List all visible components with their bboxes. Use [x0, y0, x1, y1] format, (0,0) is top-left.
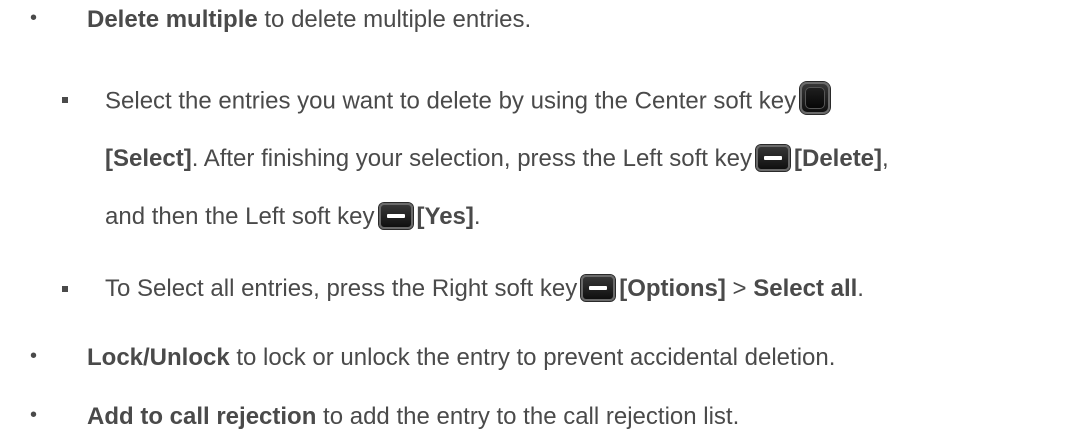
- period: .: [857, 275, 864, 302]
- options-label: [Options]: [619, 275, 726, 302]
- bullet-icon: •: [30, 404, 38, 426]
- item-title: Delete multiple: [87, 6, 258, 33]
- left-soft-key-icon: [378, 202, 413, 229]
- item-description: to lock or unlock the entry to prevent a…: [229, 344, 836, 371]
- sub-item-line-1: Select the entries you want to delete by…: [105, 82, 834, 118]
- bullet-icon: •: [30, 7, 38, 29]
- square-bullet-icon: [62, 286, 68, 292]
- item-description: to add the entry to the call rejection l…: [316, 403, 740, 430]
- sub-item-text: . After finishing your selection, press …: [191, 145, 752, 172]
- item-title: Lock/Unlock: [87, 344, 230, 371]
- center-soft-key-icon: [800, 82, 831, 114]
- comma: ,: [882, 145, 889, 172]
- sub-item-line-2: [Select]. After finishing your selection…: [105, 144, 889, 173]
- select-label: [Select]: [105, 145, 192, 172]
- right-soft-key-icon: [581, 274, 616, 301]
- select-all-label: Select all: [753, 275, 858, 302]
- square-bullet-icon: [62, 97, 68, 103]
- sub-item-select-all: To Select all entries, press the Right s…: [105, 274, 864, 303]
- item-title: Add to call rejection: [87, 403, 317, 430]
- sub-item-text: and then the Left soft key: [105, 203, 375, 230]
- item-description: to delete multiple entries.: [257, 6, 532, 33]
- list-item-delete-multiple: Delete multiple to delete multiple entri…: [87, 6, 531, 34]
- sub-item-line-3: and then the Left soft key [Yes].: [105, 202, 481, 231]
- list-item-add-to-call-rejection: Add to call rejection to add the entry t…: [87, 403, 739, 431]
- sub-item-text: To Select all entries, press the Right s…: [105, 275, 578, 302]
- list-item-lock-unlock: Lock/Unlock to lock or unlock the entry …: [87, 344, 835, 372]
- period: .: [473, 203, 481, 230]
- sub-item-text: Select the entries you want to delete by…: [105, 87, 797, 115]
- left-soft-key-icon: [756, 144, 790, 171]
- delete-label: [Delete]: [794, 145, 883, 172]
- bullet-icon: •: [30, 345, 38, 367]
- gt-separator: >: [725, 275, 754, 302]
- yes-label: [Yes]: [416, 203, 474, 230]
